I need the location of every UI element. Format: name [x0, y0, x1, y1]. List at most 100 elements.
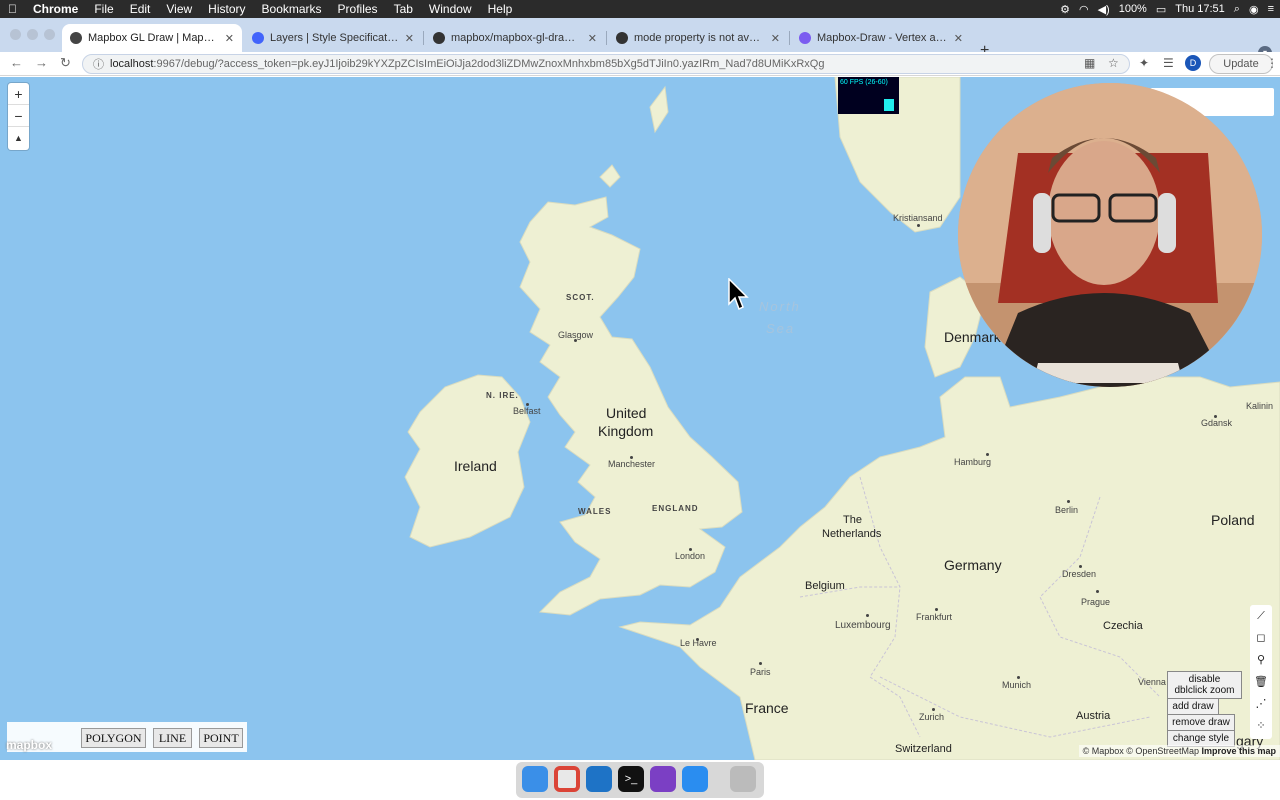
wifi-icon[interactable]: ◠: [1079, 3, 1089, 16]
map-label-wales: WALES: [578, 507, 612, 516]
map-label-frankfurt: Frankfurt: [916, 612, 953, 622]
update-button[interactable]: Update: [1209, 54, 1273, 74]
map-label-belgium: Belgium: [805, 580, 845, 592]
close-tab-icon[interactable]: ✕: [225, 32, 234, 45]
zoom-in-button[interactable]: +: [8, 83, 29, 105]
control-center-icon[interactable]: ◉: [1249, 3, 1259, 16]
tab-title: Layers | Style Specification | M: [270, 32, 399, 44]
map-label-gdansk: Gdansk: [1201, 418, 1233, 428]
tab-mode-property-issue[interactable]: mode property is not available ✕: [608, 24, 788, 52]
disable-dblclick-zoom-button[interactable]: disable dblclick zoom: [1167, 671, 1242, 699]
profile-avatar[interactable]: D: [1185, 55, 1201, 71]
menu-file[interactable]: File: [86, 2, 121, 16]
mapbox-logo[interactable]: mapbox: [6, 738, 52, 752]
polygon-button[interactable]: POLYGON: [81, 728, 146, 748]
github-desktop-icon[interactable]: [650, 766, 676, 792]
map-label-scotland: SCOT.: [566, 293, 595, 302]
map-label-berlin: Berlin: [1055, 505, 1079, 515]
improve-map-link[interactable]: Improve this map: [1201, 746, 1276, 756]
map-label-luxembourg: Luxembourg: [835, 620, 891, 631]
draw-polygon-icon[interactable]: ◻: [1250, 627, 1272, 649]
menu-tab[interactable]: Tab: [386, 2, 421, 16]
tab-title: mode property is not available: [634, 32, 765, 44]
attrib-mapbox[interactable]: © Mapbox: [1083, 746, 1124, 756]
disable-label-1: disable: [1188, 674, 1221, 685]
tab-github-mapbox-gl-draw[interactable]: mapbox/mapbox-gl-draw: Draw ✕: [425, 24, 605, 52]
xcode-icon[interactable]: [682, 766, 708, 792]
menu-window[interactable]: Window: [421, 2, 480, 16]
remove-draw-button[interactable]: remove draw: [1167, 714, 1235, 731]
zoom-window-button[interactable]: [44, 29, 55, 40]
finder-icon[interactable]: [522, 766, 548, 792]
line-button[interactable]: LINE: [153, 728, 192, 748]
mapbox-icon: [252, 32, 264, 44]
fps-label: 60 FPS (26-60): [840, 79, 888, 86]
tab-layers-style-spec[interactable]: Layers | Style Specification | M ✕: [244, 24, 422, 52]
qr-code-icon[interactable]: ▦: [1084, 56, 1095, 70]
terminal-icon[interactable]: >_: [618, 766, 644, 792]
add-draw-button[interactable]: add draw: [1167, 698, 1219, 715]
fps-meter: 60 FPS (26-60): [838, 77, 899, 114]
chrome-icon[interactable]: [554, 766, 580, 792]
menu-history[interactable]: History: [200, 2, 253, 16]
menu-app-name[interactable]: Chrome: [25, 2, 86, 16]
info-icon[interactable]: ⓘ: [93, 56, 104, 72]
close-tab-icon[interactable]: ✕: [954, 32, 963, 45]
menu-view[interactable]: View: [158, 2, 200, 16]
trash-icon[interactable]: 🗑: [1250, 671, 1272, 693]
close-tab-icon[interactable]: ✕: [405, 32, 414, 45]
map-label-munich: Munich: [1002, 680, 1032, 690]
more-menu-icon[interactable]: ⋮: [1266, 56, 1278, 70]
reload-button[interactable]: ↻: [60, 55, 71, 71]
github-icon: [433, 32, 445, 44]
minimize-window-button[interactable]: [27, 29, 38, 40]
volume-icon[interactable]: ◀): [1098, 3, 1110, 16]
vscode-icon[interactable]: [586, 766, 612, 792]
presenter-video: [958, 83, 1262, 387]
zoom-out-button[interactable]: −: [8, 105, 29, 127]
reading-list-icon[interactable]: ☰: [1163, 56, 1174, 70]
compass-button[interactable]: ▲: [8, 127, 29, 149]
github-icon: [616, 32, 628, 44]
siri-icon[interactable]: ≡: [1268, 3, 1274, 15]
tab-mapbox-draw-vertex[interactable]: Mapbox-Draw - Vertex and Mid ✕: [791, 24, 971, 52]
map-canvas[interactable]: SCOT. Glasgow N. IRE. Belfast Ireland Un…: [0, 77, 1280, 760]
map-label-north-sea-line1: North: [759, 299, 801, 314]
menu-help[interactable]: Help: [480, 2, 521, 16]
back-button[interactable]: ←: [10, 55, 23, 70]
point-button[interactable]: POINT: [199, 728, 243, 748]
tab-title: Mapbox-Draw - Vertex and Mid: [817, 32, 948, 44]
spotlight-icon[interactable]: ⌕: [1234, 3, 1240, 16]
apple-menu-icon[interactable]: : [0, 2, 25, 16]
close-window-button[interactable]: [10, 29, 21, 40]
browser-toolbar: ← → ↻ ⓘ localhost:9967/debug/?access_tok…: [0, 52, 1280, 76]
clock[interactable]: Thu 17:51: [1175, 3, 1225, 15]
close-tab-icon[interactable]: ✕: [588, 32, 597, 45]
attrib-osm[interactable]: © OpenStreetMap: [1126, 746, 1199, 756]
map-label-dresden: Dresden: [1062, 569, 1097, 579]
map-label-glasgow: Glasgow: [558, 330, 594, 340]
draw-line-icon[interactable]: ⟋: [1250, 605, 1272, 627]
macos-dock: >_: [516, 762, 764, 798]
webcam-overlay: [958, 83, 1262, 387]
gear-icon[interactable]: ⚙: [1060, 3, 1070, 16]
trash-can-icon[interactable]: [730, 766, 756, 792]
map-label-austria: Austria: [1076, 710, 1111, 722]
uncombine-icon[interactable]: ⁘: [1250, 715, 1272, 737]
forward-button[interactable]: →: [35, 55, 48, 70]
extensions-icon[interactable]: ✦: [1139, 56, 1149, 70]
map-label-london: London: [675, 551, 706, 561]
map-label-manchester: Manchester: [608, 459, 656, 469]
menu-edit[interactable]: Edit: [122, 2, 159, 16]
menu-profiles[interactable]: Profiles: [330, 2, 386, 16]
bookmark-star-icon[interactable]: ☆: [1108, 56, 1119, 70]
address-bar[interactable]: ⓘ localhost:9967/debug/?access_token=pk.…: [82, 54, 1130, 74]
draw-point-icon[interactable]: ⚲: [1250, 649, 1272, 671]
battery-icon[interactable]: ▭: [1156, 3, 1166, 16]
map-label-zurich: Zurich: [919, 712, 945, 722]
combine-icon[interactable]: ⋰: [1250, 693, 1272, 715]
tab-mapbox-gl-draw[interactable]: Mapbox GL Draw | Mapbox ✕: [62, 24, 242, 52]
menu-bookmarks[interactable]: Bookmarks: [254, 2, 330, 16]
globe-icon: [70, 32, 82, 44]
close-tab-icon[interactable]: ✕: [771, 32, 780, 45]
